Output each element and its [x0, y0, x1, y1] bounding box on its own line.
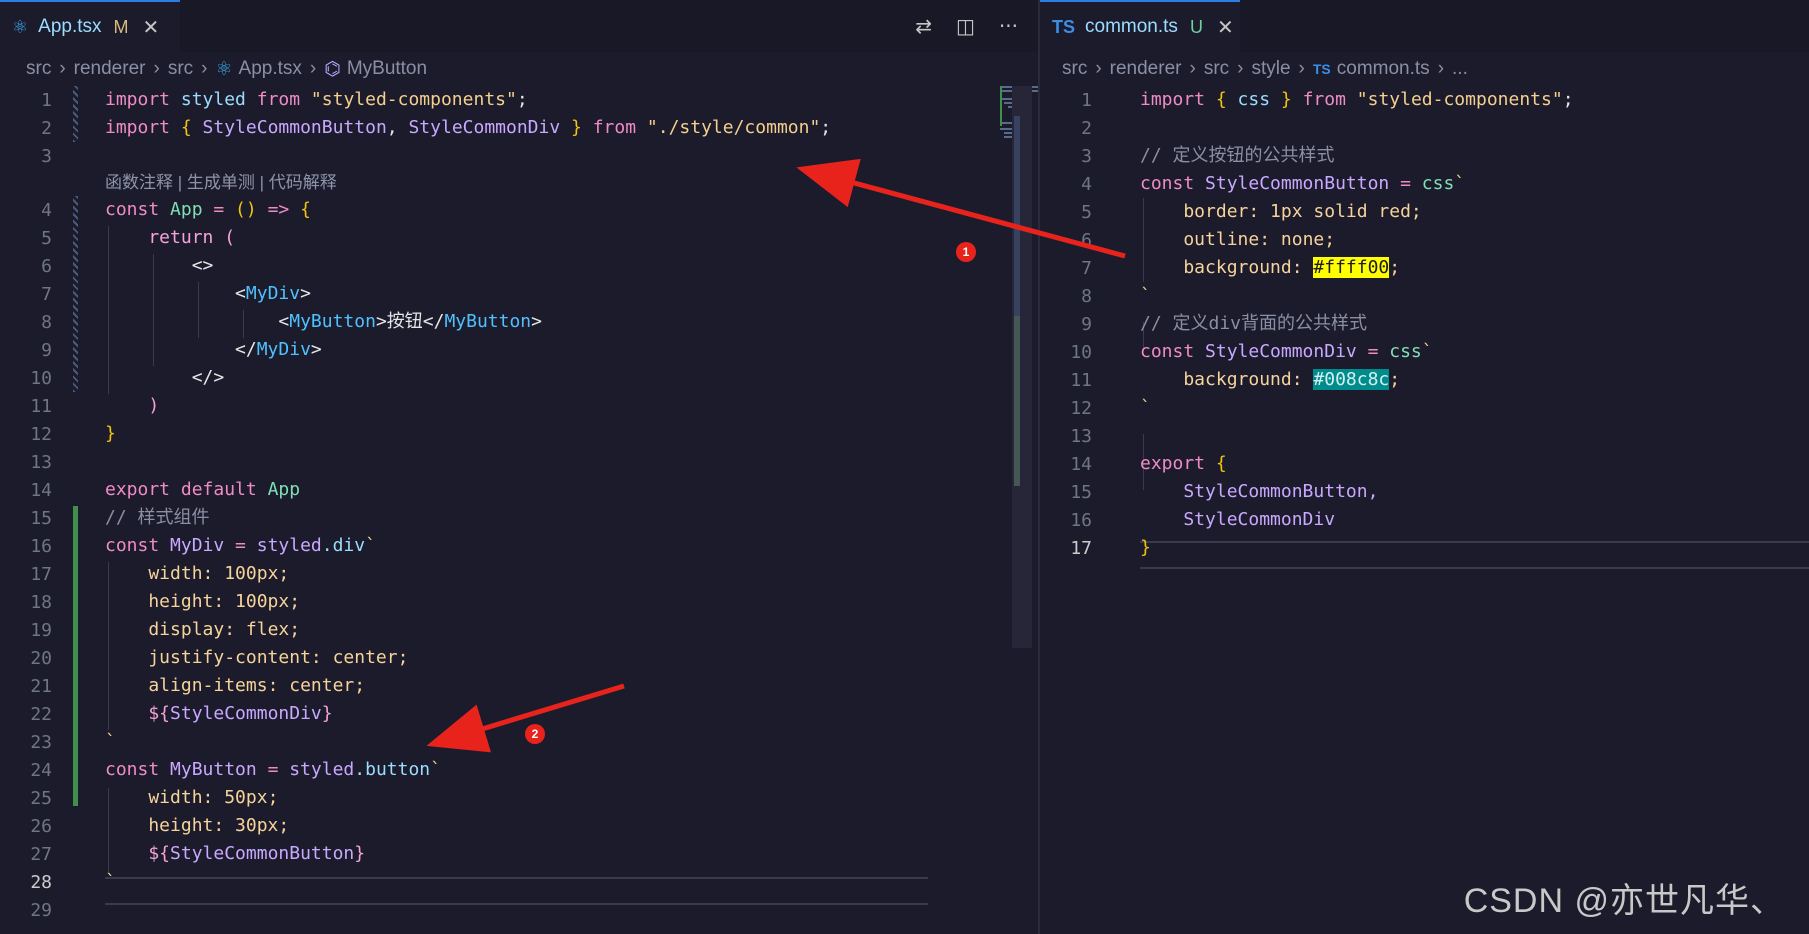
annotation-marker-2-label: 2 — [532, 727, 539, 741]
annotation-overlay: 1 2 — [426, 158, 1126, 753]
watermark: CSDN @亦世凡华、 — [1463, 882, 1785, 920]
annotation-marker-1-label: 1 — [963, 245, 970, 259]
